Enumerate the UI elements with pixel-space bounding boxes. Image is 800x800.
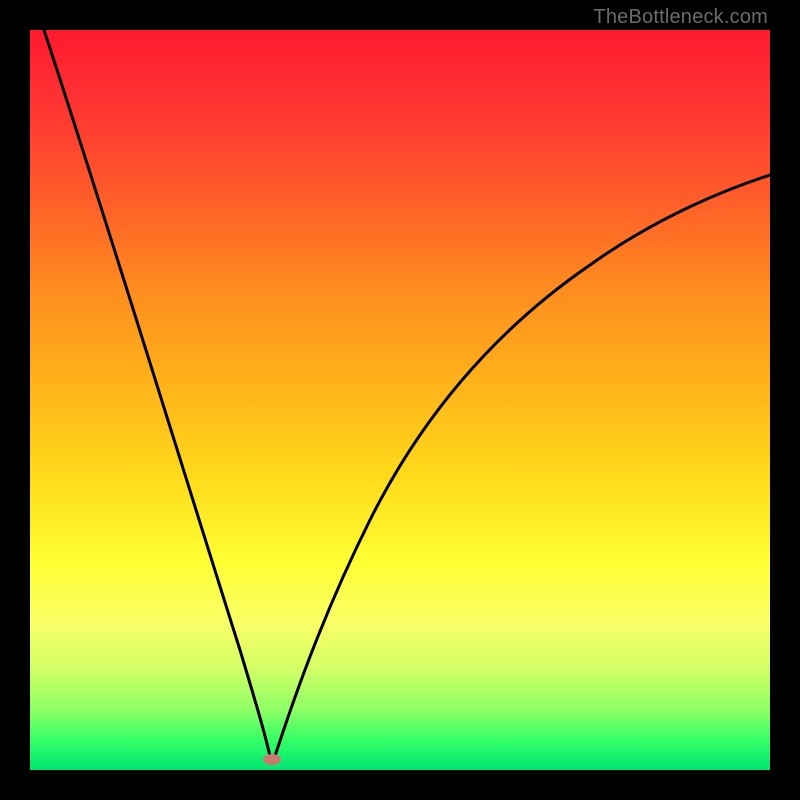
watermark-text: TheBottleneck.com [593, 6, 768, 29]
chart-frame: TheBottleneck.com [0, 0, 800, 800]
optimal-point-marker [263, 754, 281, 765]
bottleneck-curve-right [274, 175, 770, 759]
curve-svg [30, 30, 770, 770]
bottleneck-curve-left [44, 30, 270, 756]
plot-area [30, 30, 770, 770]
